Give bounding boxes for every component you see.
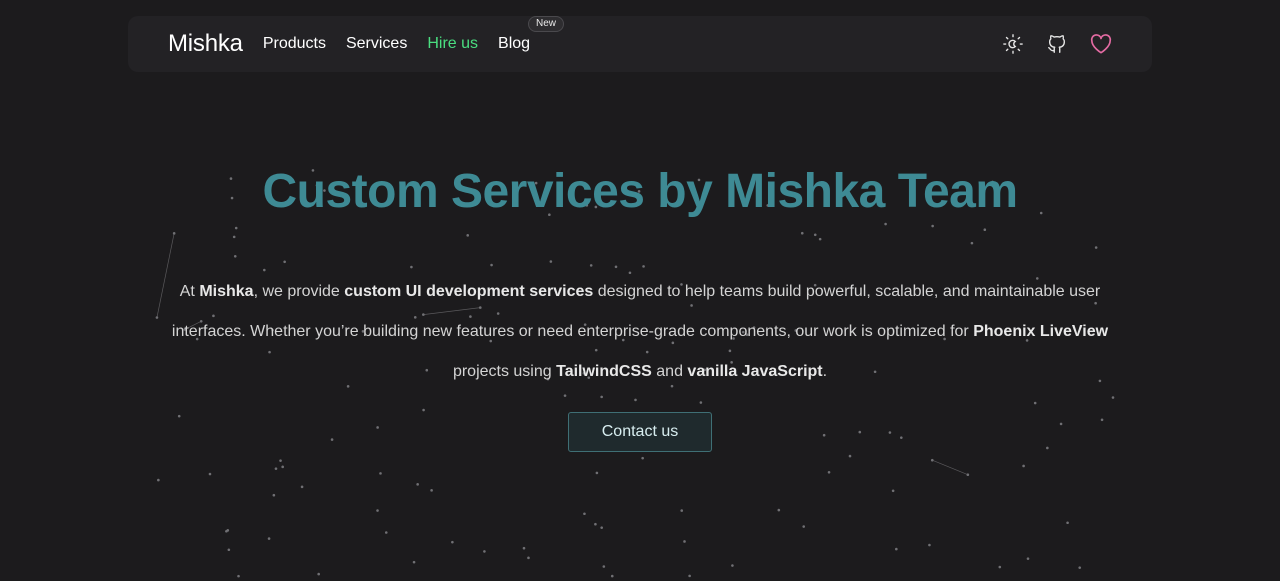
description-text: projects using — [452, 363, 557, 380]
description-emphasis: Phoenix LiveView — [973, 323, 1109, 340]
hero-description: At Mishka, we provide custom UI developm… — [150, 272, 1130, 392]
description-text: At — [179, 283, 200, 300]
heart-icon[interactable] — [1090, 33, 1112, 55]
nav-blog[interactable]: Blog New — [498, 16, 565, 53]
description-text: . — [822, 363, 828, 380]
description-text: , we provide — [253, 283, 345, 300]
page-title: Custom Services by Mishka Team — [262, 165, 1018, 218]
nav-products[interactable]: Products — [263, 35, 326, 53]
contact-us-button[interactable]: Contact us — [568, 412, 712, 452]
github-icon[interactable] — [1046, 33, 1068, 55]
new-badge: New — [528, 16, 565, 32]
nav-services[interactable]: Services — [346, 35, 407, 53]
top-navbar: Mishka Products Services Hire us Blog Ne… — [128, 16, 1152, 72]
description-emphasis: Mishka — [199, 283, 254, 300]
theme-toggle-icon[interactable] — [1002, 33, 1024, 55]
nav-hire-us[interactable]: Hire us — [427, 35, 478, 53]
description-emphasis: TailwindCSS — [556, 363, 652, 380]
description-text: and — [651, 363, 688, 380]
description-emphasis: vanilla JavaScript — [687, 363, 823, 380]
description-emphasis: custom UI development services — [344, 283, 594, 300]
nav-blog-label: Blog — [498, 35, 531, 52]
nav-actions — [1002, 33, 1112, 55]
brand-logo[interactable]: Mishka — [168, 30, 243, 58]
